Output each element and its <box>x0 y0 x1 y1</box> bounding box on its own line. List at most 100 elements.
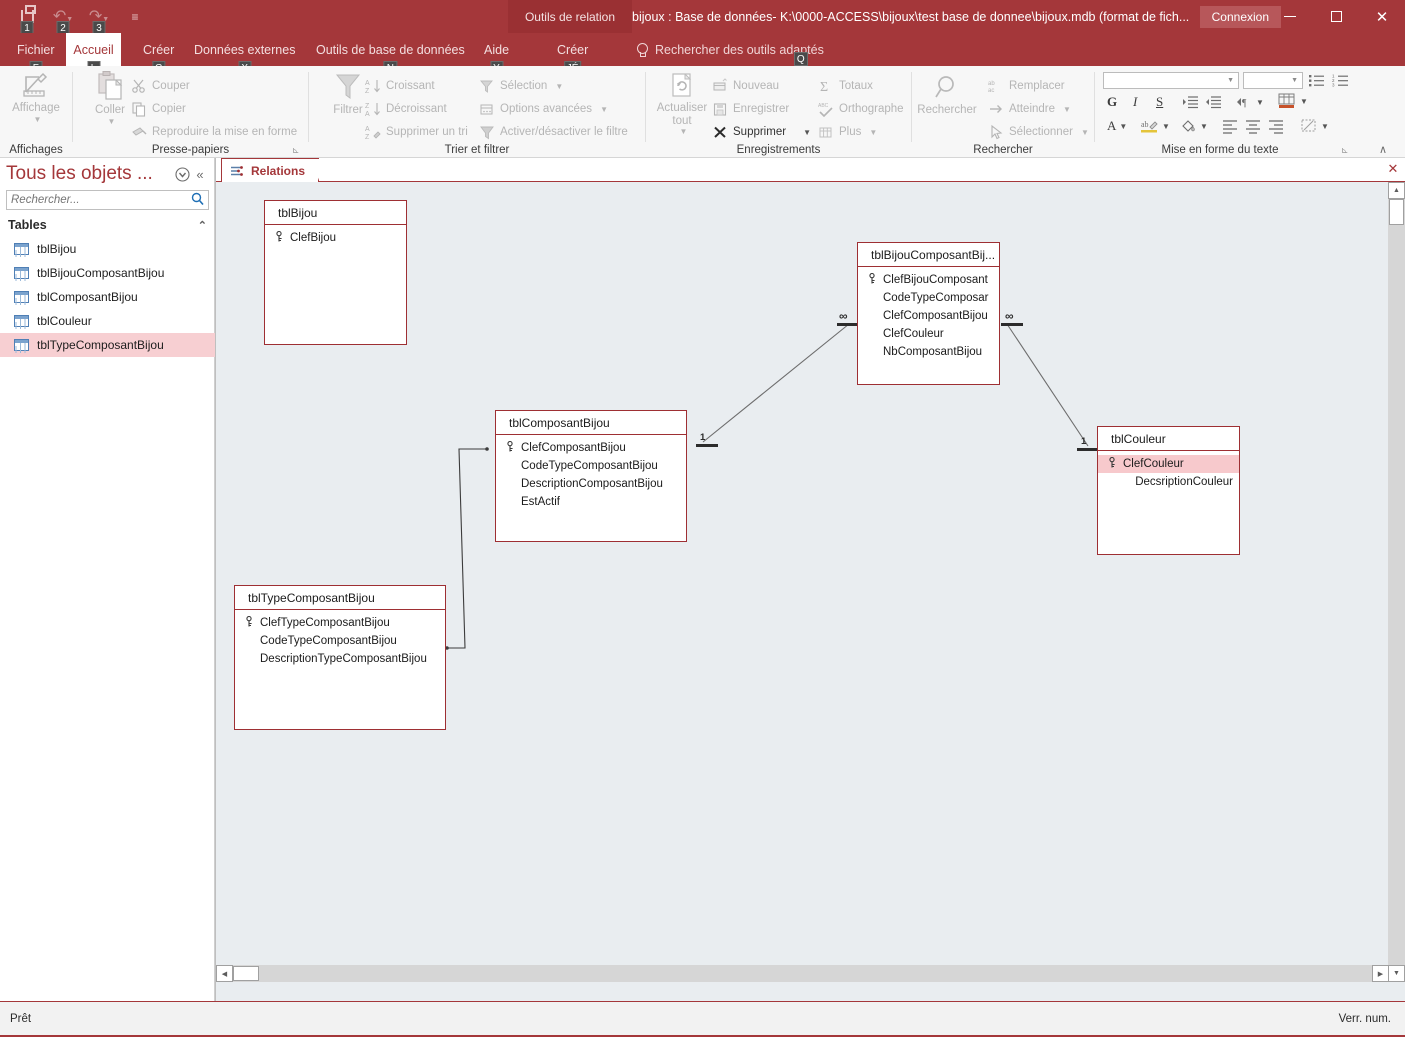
qat-save-button[interactable]: 1 <box>10 3 44 35</box>
bold-button[interactable]: G <box>1107 94 1117 110</box>
diagram-field[interactable]: CodeTypeComposantBijou <box>235 632 445 650</box>
nouveau-button[interactable]: Nouveau <box>712 78 779 94</box>
list-item[interactable]: tblBijou <box>0 237 215 261</box>
qat-redo-button[interactable]: ↷ ▼ 3 <box>82 3 116 35</box>
diagram-field[interactable]: DecsriptionCouleur <box>1098 473 1239 491</box>
horizontal-scroll-thumb[interactable] <box>233 966 259 981</box>
vertical-scrollbar[interactable]: ▲ ▼ <box>1388 182 1405 982</box>
orthographe-button[interactable]: ABC Orthographe <box>818 101 904 118</box>
list-item[interactable]: tblCouleur <box>0 309 215 333</box>
close-document-button[interactable]: ✕ <box>1384 160 1402 178</box>
font-name-combobox[interactable]: ▼ <box>1103 72 1239 89</box>
list-item[interactable]: tblBijouComposantBijou <box>0 261 215 285</box>
tab-creer[interactable]: Créer C <box>131 33 186 75</box>
tab-creer-contextual[interactable]: Créer JÉ <box>545 33 600 75</box>
diagram-table-tblcomposantbijou[interactable]: tblComposantBijou ClefComposantBijou Cod… <box>495 410 687 542</box>
align-center-button[interactable] <box>1244 118 1262 139</box>
diagram-field[interactable]: DescriptionComposantBijou <box>496 475 686 493</box>
diagram-field-selected[interactable]: ClefCouleur <box>1098 455 1239 473</box>
qat-customize-button[interactable]: ≡ <box>118 3 152 31</box>
align-left-button[interactable] <box>1221 118 1239 139</box>
plus-button[interactable]: Plus ▼ <box>818 124 877 140</box>
gridlines-button[interactable]: ▼ <box>1300 118 1329 134</box>
align-right-button[interactable] <box>1267 118 1285 139</box>
diagram-field[interactable]: DescriptionTypeComposantBijou <box>235 650 445 668</box>
selection-button[interactable]: Sélection ▼ <box>479 78 563 94</box>
minimize-button[interactable] <box>1267 0 1313 33</box>
diagram-field[interactable]: ClefTypeComposantBijou <box>235 614 445 632</box>
close-button[interactable]: ✕ <box>1359 0 1405 33</box>
diagram-field[interactable]: ClefBijou <box>265 229 406 247</box>
diagram-field[interactable]: NbComposantBijou <box>858 343 999 361</box>
diagram-field[interactable]: ClefComposantBijou <box>858 307 999 325</box>
font-color-button[interactable]: A ▼ <box>1107 118 1127 134</box>
actualiser-tout-button[interactable]: Actualiser tout ▼ <box>651 72 713 136</box>
options-avancees-button[interactable]: Options avancées ▼ <box>479 101 608 117</box>
font-size-combobox[interactable]: ▼ <box>1243 72 1303 89</box>
diagram-table-tbltypecomposantbijou[interactable]: tblTypeComposantBijou ClefTypeComposantB… <box>234 585 446 730</box>
double-chevron-left-icon[interactable]: « <box>191 165 209 183</box>
diagram-field[interactable]: CodeTypeComposar <box>858 289 999 307</box>
italic-button[interactable]: I <box>1133 94 1137 110</box>
decrease-indent-button[interactable] <box>1205 94 1223 115</box>
numbered-list-button[interactable]: 123 <box>1331 72 1351 89</box>
dialog-launcher-icon[interactable]: ⊾ <box>292 145 302 155</box>
increase-indent-button[interactable] <box>1182 94 1200 115</box>
dialog-launcher-icon[interactable]: ⊾ <box>1341 145 1351 155</box>
diagram-field[interactable]: EstActif <box>496 493 686 511</box>
croissant-button[interactable]: A Z Croissant <box>365 78 435 95</box>
relationships-canvas[interactable]: 1 ∞ ∞ 1 tblBijou ClefBijou tblComposantB… <box>216 182 1389 982</box>
diagram-table-tblcouleur[interactable]: tblCouleur ClefCouleur DecsriptionCouleu… <box>1097 426 1240 555</box>
diagram-field[interactable]: ClefBijouComposant <box>858 271 999 289</box>
qat-undo-button[interactable]: ↶ ▼ 2 <box>46 3 80 35</box>
tab-donnees-externes[interactable]: Données externes X <box>182 33 307 75</box>
reproduire-mise-en-forme-button[interactable]: Reproduire la mise en forme <box>131 124 297 140</box>
supprimer-button[interactable]: Supprimer ▼ <box>712 124 811 140</box>
totaux-button[interactable]: Σ Totaux <box>818 78 873 95</box>
tab-accueil[interactable]: Accueil L <box>66 33 121 75</box>
remplacer-button[interactable]: ab ac Remplacer <box>988 78 1065 94</box>
tab-aide[interactable]: Aide Y <box>472 33 521 75</box>
selectionner-button[interactable]: Sélectionner ▼ <box>988 124 1089 140</box>
enregistrer-button[interactable]: Enregistrer <box>712 101 789 117</box>
supprimer-label: Supprimer <box>733 126 787 138</box>
maximize-button[interactable] <box>1313 0 1359 33</box>
list-item-selected[interactable]: tblTypeComposantBijou <box>0 333 215 357</box>
rechercher-button[interactable]: Rechercher <box>916 74 978 117</box>
chevron-up-icon[interactable]: ⌃ <box>198 219 207 232</box>
underline-button[interactable]: S <box>1156 94 1163 110</box>
couper-button[interactable]: Couper <box>131 78 190 94</box>
diagram-field[interactable]: ClefCouleur <box>858 325 999 343</box>
scroll-up-button[interactable]: ▲ <box>1388 182 1405 199</box>
affichage-button[interactable]: Affichage ▼ <box>5 70 67 124</box>
diagram-table-tblbijoucomposantbijou[interactable]: tblBijouComposantBij... ClefBijouComposa… <box>857 242 1000 385</box>
datasheet-format-button[interactable]: ▼ <box>1277 92 1308 110</box>
text-highlight-button[interactable]: ab ▼ <box>1141 118 1170 134</box>
tab-relations[interactable]: Relations <box>221 158 327 183</box>
supprimer-tri-button[interactable]: A Z Supprimer un tri <box>365 124 468 141</box>
collapse-ribbon-button[interactable]: ∧ <box>1379 143 1387 156</box>
decroissant-button[interactable]: Z A Décroissant <box>365 101 447 118</box>
vertical-scroll-thumb[interactable] <box>1389 199 1404 225</box>
scroll-down-button[interactable]: ▼ <box>1388 965 1405 982</box>
diagram-field[interactable]: ClefComposantBijou <box>496 439 686 457</box>
fill-color-button[interactable]: ▼ <box>1179 118 1208 134</box>
activer-desactiver-filtre-button[interactable]: Activer/désactiver le filtre <box>479 124 628 140</box>
diagram-table-tblbijou[interactable]: tblBijou ClefBijou <box>264 200 407 345</box>
text-direction-button[interactable]: ¶ ▼ <box>1235 94 1264 110</box>
tab-fichier[interactable]: Fichier F <box>5 33 67 75</box>
tell-me-search[interactable]: Rechercher des outils adaptés Q <box>636 33 846 66</box>
diagram-field[interactable]: CodeTypeComposantBijou <box>496 457 686 475</box>
search-input[interactable] <box>7 194 186 206</box>
bullet-list-button[interactable] <box>1307 72 1327 89</box>
horizontal-scrollbar[interactable]: ◀ ▶ <box>216 965 1389 982</box>
nav-group-tables[interactable]: Tables ⌃ <box>0 214 215 236</box>
atteindre-button[interactable]: Atteindre ▼ <box>988 101 1071 117</box>
navigation-search-box[interactable] <box>6 190 209 210</box>
copier-button[interactable]: Copier <box>131 101 186 117</box>
tab-outils-base-de-donnees[interactable]: Outils de base de données N <box>304 33 477 75</box>
scroll-left-button[interactable]: ◀ <box>216 965 233 982</box>
list-item[interactable]: tblComposantBijou <box>0 285 215 309</box>
scroll-right-button[interactable]: ▶ <box>1372 965 1389 982</box>
chevron-circle-down-icon[interactable] <box>173 165 191 183</box>
